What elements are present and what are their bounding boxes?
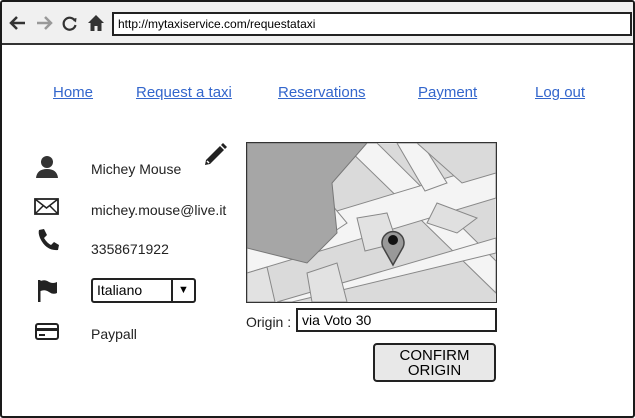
confirm-button-line1: CONFIRM [399, 346, 470, 364]
flag-icon [36, 279, 62, 303]
nav-link-request-taxi[interactable]: Request a taxi [136, 84, 232, 101]
nav-link-logout[interactable]: Log out [535, 84, 585, 101]
url-bar[interactable]: http://mytaxiservice.com/requestataxi [112, 12, 632, 36]
language-select[interactable]: Italiano ▼ [91, 278, 196, 303]
user-icon [35, 155, 61, 179]
browser-toolbar: http://mytaxiservice.com/requestataxi [2, 2, 633, 45]
credit-card-icon [35, 320, 61, 344]
home-icon[interactable] [86, 12, 106, 34]
map-view[interactable] [246, 142, 497, 303]
dropdown-arrow-icon[interactable]: ▼ [171, 280, 194, 301]
profile-payment-method: Paypall [91, 326, 137, 342]
profile-email: michey.mouse@live.it [91, 202, 227, 218]
nav-link-reservations[interactable]: Reservations [278, 84, 366, 101]
language-select-value: Italiano [97, 282, 143, 298]
edit-pencil-icon[interactable] [201, 140, 229, 168]
reload-icon[interactable] [60, 12, 80, 34]
profile-name: Michey Mouse [91, 161, 182, 177]
confirm-origin-button[interactable]: CONFIRM ORIGIN [373, 343, 496, 382]
origin-label: Origin : [246, 314, 292, 330]
nav-link-home[interactable]: Home [53, 84, 93, 101]
phone-icon [36, 228, 62, 252]
confirm-button-line2: ORIGIN [407, 361, 462, 379]
location-pin-icon [381, 230, 405, 267]
forward-arrow-icon[interactable] [34, 12, 54, 34]
back-arrow-icon[interactable] [8, 12, 28, 34]
nav-link-payment[interactable]: Payment [418, 84, 477, 101]
email-icon [34, 197, 60, 221]
origin-input[interactable]: via Voto 30 [296, 308, 497, 332]
profile-phone: 3358671922 [91, 241, 169, 257]
browser-window: http://mytaxiservice.com/requestataxi Ho… [0, 0, 635, 418]
